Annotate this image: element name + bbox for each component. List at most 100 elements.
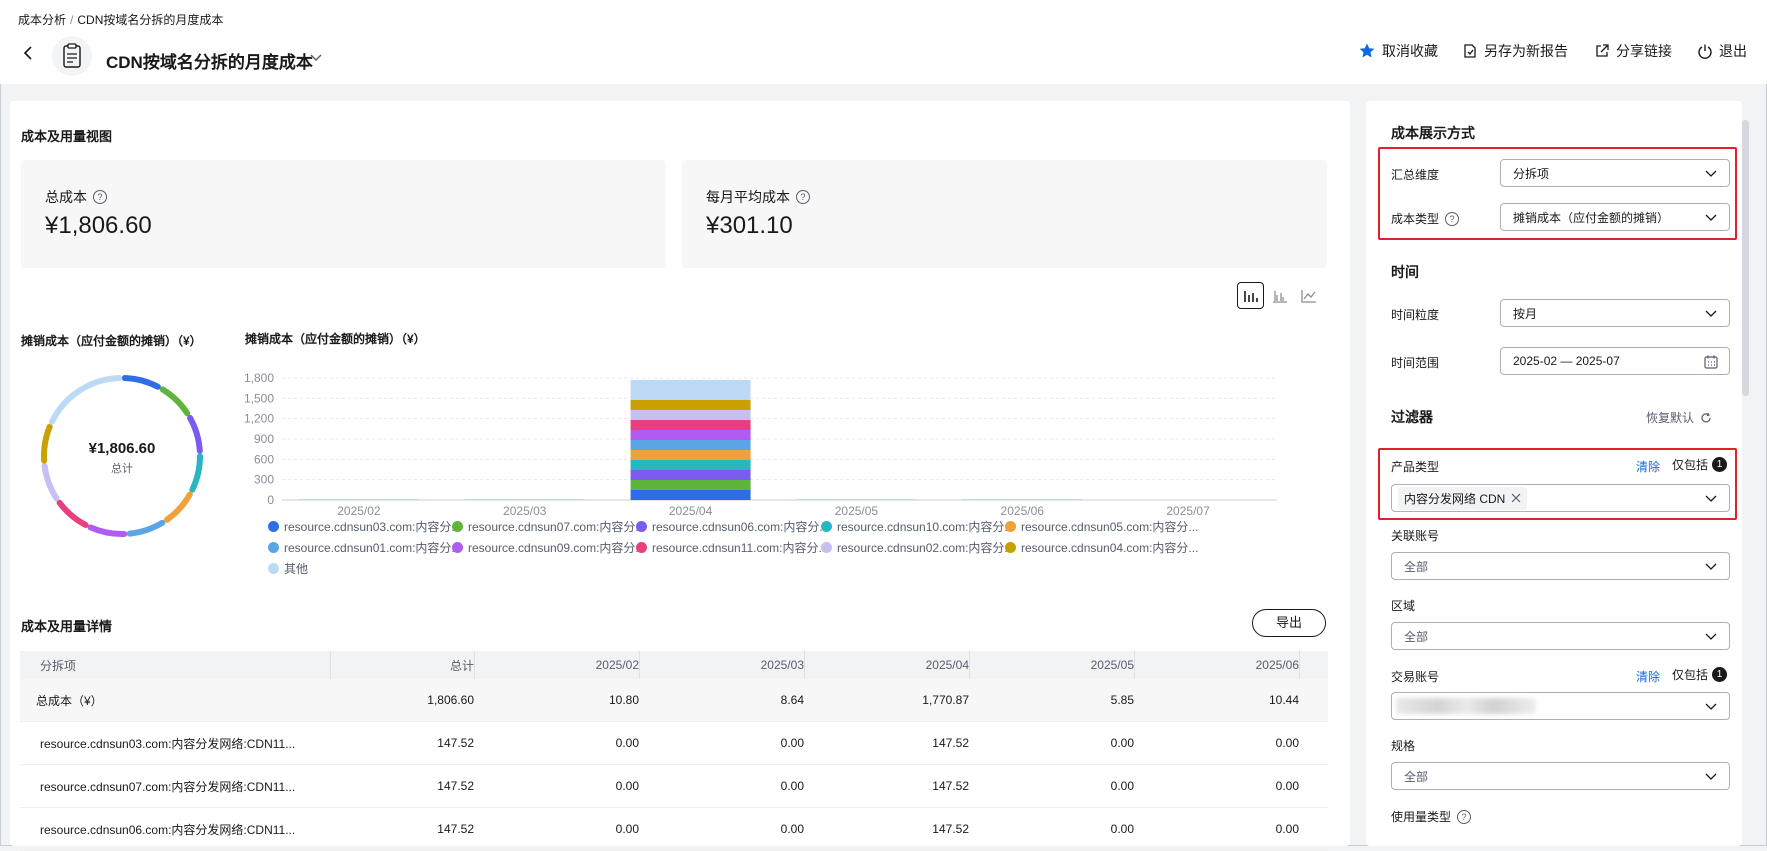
donut-slice[interactable] <box>56 499 89 529</box>
restore-default-button[interactable]: 恢复默认 <box>1646 409 1712 426</box>
breadcrumb-root[interactable]: 成本分析 <box>18 13 66 27</box>
help-icon[interactable]: ? <box>1445 211 1460 226</box>
legend-item[interactable]: resource.cdnsun02.com:内容分... <box>821 539 1014 556</box>
legend-item[interactable]: resource.cdnsun03.com:内容分... <box>268 518 461 535</box>
report-icon <box>52 36 92 76</box>
time-range-picker[interactable]: 2025-02 — 2025-07 <box>1500 347 1730 375</box>
trade-clear-link[interactable]: 清除 <box>1636 668 1660 685</box>
total-cost-card: 总成本? ¥1,806.60 <box>21 160 666 268</box>
help-icon[interactable]: ? <box>1457 809 1472 824</box>
donut-slice[interactable] <box>48 375 123 425</box>
bar-segment[interactable] <box>630 410 751 421</box>
table-cell: 5.85 <box>1110 693 1134 707</box>
bar-segment[interactable] <box>630 460 751 471</box>
bar-segment[interactable] <box>630 440 751 451</box>
legend-item[interactable]: resource.cdnsun07.com:内容分... <box>452 518 645 535</box>
legend-item[interactable]: resource.cdnsun06.com:内容分... <box>636 518 829 535</box>
overview-title: 成本及用量视图 <box>21 129 113 144</box>
bar-segment[interactable] <box>630 480 751 491</box>
share-link-label: 分享链接 <box>1616 43 1672 59</box>
donut-slice[interactable] <box>121 375 161 390</box>
bar-segment[interactable] <box>630 450 751 461</box>
breadcrumb-current: CDN按域名分拆的月度成本 <box>77 13 224 27</box>
table-header-row: 分拆项 总计 2025/02 2025/03 2025/04 2025/05 2025/06 <box>20 651 1328 679</box>
x-tick-label: 2025/04 <box>669 504 713 518</box>
legend-label: resource.cdnsun01.com:内容分... <box>284 541 462 555</box>
cost-type-label-wrap: 成本类型? <box>1391 210 1460 227</box>
table-cell: 2025/06 <box>1150 651 1300 679</box>
donut-slice[interactable] <box>163 491 193 523</box>
spec-select[interactable]: 全部 <box>1391 762 1730 790</box>
back-arrow-icon[interactable] <box>20 44 38 62</box>
bar-segment[interactable] <box>630 420 751 431</box>
bar-segment[interactable] <box>630 490 751 500</box>
export-button[interactable]: 导出 <box>1252 609 1326 637</box>
region-select[interactable]: 全部 <box>1391 622 1730 650</box>
granularity-select[interactable]: 按月 <box>1500 299 1730 327</box>
legend-swatch <box>268 521 279 532</box>
bar-segment[interactable] <box>464 499 585 500</box>
table-row: resource.cdnsun03.com:内容分发网络:CDN11... 147… <box>20 722 1328 765</box>
linked-account-select[interactable]: 全部 <box>1391 552 1730 580</box>
legend-item[interactable]: 其他 <box>268 560 308 577</box>
bar-segment[interactable] <box>630 400 751 411</box>
donut-slice[interactable] <box>159 386 191 417</box>
legend-item[interactable]: resource.cdnsun04.com:内容分... <box>1005 539 1198 556</box>
bar-segment[interactable] <box>630 430 751 441</box>
spec-label: 规格 <box>1391 739 1416 753</box>
help-icon[interactable]: ? <box>796 190 810 204</box>
spec-value: 全部 <box>1404 769 1429 784</box>
table-cell: 分拆项 <box>20 651 331 679</box>
trade-only-include[interactable]: 仅包括 1 <box>1672 666 1728 683</box>
donut-center: ¥1,806.60 总计 <box>38 440 206 476</box>
legend-item[interactable]: resource.cdnsun10.com:内容分... <box>821 518 1014 535</box>
grouped-bar-chart-icon[interactable] <box>1266 282 1293 309</box>
product-type-label: 产品类型 <box>1391 460 1440 474</box>
display-mode-title: 成本展示方式 <box>1391 125 1475 141</box>
table-cell: resource.cdnsun03.com:内容分发网络:CDN11... <box>40 736 296 751</box>
donut-slice[interactable] <box>126 519 166 537</box>
product-only-include[interactable]: 仅包括 1 <box>1672 456 1728 473</box>
product-tag-label: 内容分发网络 CDN <box>1404 491 1506 506</box>
save-as-new-button[interactable]: 另存为新报告 <box>1462 41 1568 61</box>
legend-item[interactable]: resource.cdnsun11.com:内容分... <box>636 539 829 556</box>
legend-item[interactable]: resource.cdnsun05.com:内容分... <box>1005 518 1198 535</box>
bar-segment[interactable] <box>298 499 419 500</box>
table-cell: 10.44 <box>1268 693 1299 707</box>
linked-account-label: 关联账号 <box>1391 529 1440 543</box>
bar-segment[interactable] <box>796 499 917 500</box>
save-as-new-label: 另存为新报告 <box>1484 43 1568 59</box>
line-chart-icon[interactable] <box>1295 282 1322 309</box>
cost-type-select[interactable]: 摊销成本（应付金额的摊销） <box>1500 203 1730 231</box>
agg-dimension-select[interactable]: 分拆项 <box>1500 159 1730 187</box>
product-clear-link[interactable]: 清除 <box>1636 458 1660 475</box>
trade-account-select[interactable] <box>1391 692 1730 720</box>
exit-button[interactable]: 退出 <box>1697 41 1747 61</box>
cost-type-value: 摊销成本（应付金额的摊销） <box>1513 210 1670 225</box>
y-tick-label: 1,500 <box>244 391 274 405</box>
legend-label: resource.cdnsun07.com:内容分... <box>468 520 646 534</box>
details-title: 成本及用量详情 <box>21 619 113 634</box>
chevron-down-icon[interactable] <box>309 52 323 64</box>
bar-segment[interactable] <box>962 499 1083 500</box>
y-tick-label: 300 <box>254 473 274 487</box>
details-table: 分拆项 总计 2025/02 2025/03 2025/04 2025/05 2025/06… <box>20 651 1328 851</box>
help-icon[interactable]: ? <box>93 190 107 204</box>
bar-segment[interactable] <box>630 379 751 401</box>
legend-item[interactable]: resource.cdnsun01.com:内容分... <box>268 539 461 556</box>
only-include-label: 仅包括 <box>1672 458 1709 472</box>
bar-segment[interactable] <box>630 470 751 481</box>
panel-scrollbar[interactable] <box>1742 120 1749 396</box>
product-type-select[interactable]: 内容分发网络 CDN <box>1391 484 1730 512</box>
table-cell: 147.52 <box>437 779 474 793</box>
table-cell: 2025/03 <box>655 651 805 679</box>
share-link-button[interactable]: 分享链接 <box>1594 41 1672 61</box>
stacked-bar-chart-icon[interactable] <box>1237 282 1264 309</box>
donut-slice[interactable] <box>87 524 128 537</box>
unfavorite-button[interactable]: 取消收藏 <box>1358 41 1438 61</box>
legend-item[interactable]: resource.cdnsun09.com:内容分... <box>452 539 645 556</box>
bar-chart-title: 摊销成本（应付金额的摊销）（¥） <box>245 332 426 346</box>
table-row: resource.cdnsun07.com:内容分发网络:CDN11... 147… <box>20 765 1328 808</box>
close-icon[interactable] <box>1511 493 1521 503</box>
y-tick-label: 1,800 <box>244 371 274 385</box>
